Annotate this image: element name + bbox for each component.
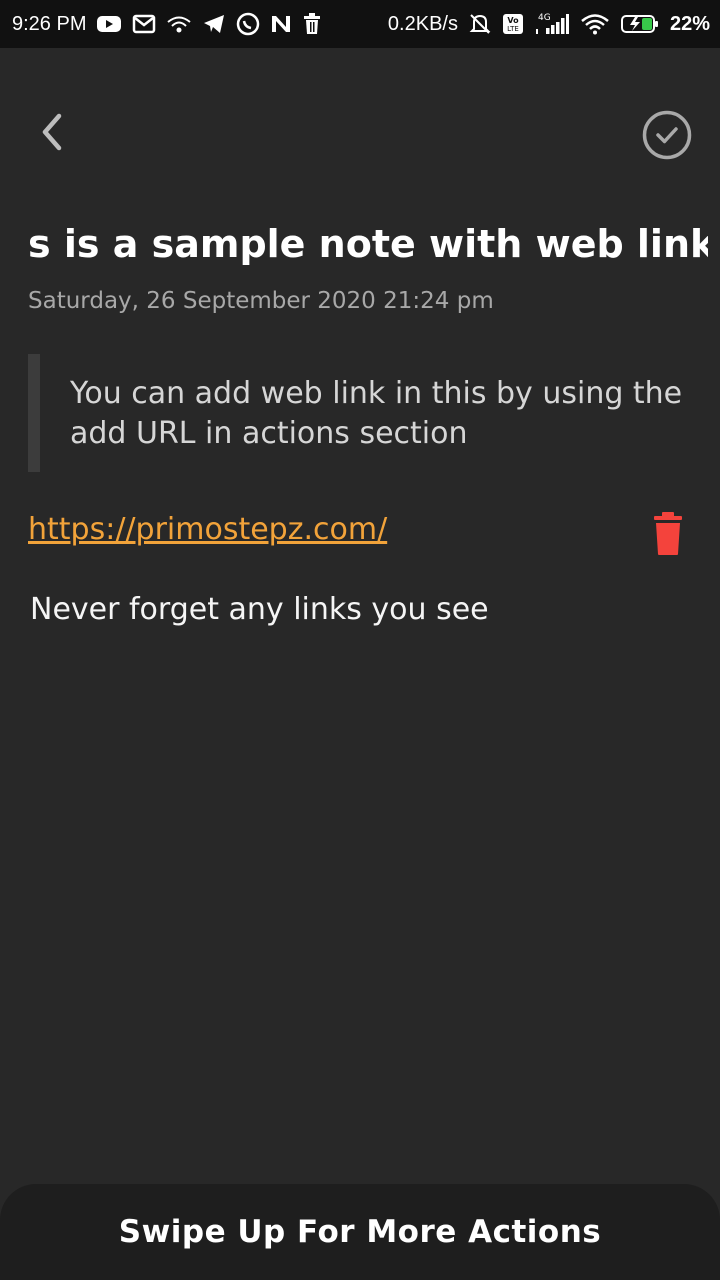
volte-icon: Vo LTE [502, 13, 524, 35]
gmail-icon [132, 14, 156, 34]
mute-alarm-icon [468, 13, 492, 35]
status-left: 9:26 PM [12, 12, 322, 36]
battery-charging-icon [620, 13, 660, 35]
status-bar: 9:26 PM 0.2KB/s Vo LTE 4G 22% [0, 0, 720, 48]
svg-text:Vo: Vo [507, 16, 519, 25]
quote-block: You can add web link in this by using th… [28, 354, 688, 472]
wifi-hotspot-icon [166, 14, 192, 34]
n-app-icon [270, 14, 292, 34]
svg-text:LTE: LTE [507, 25, 519, 33]
done-button[interactable] [640, 108, 694, 162]
status-time: 9:26 PM [12, 12, 87, 35]
web-link[interactable]: https://primostepz.com/ [28, 512, 387, 547]
actions-bottom-sheet[interactable]: Swipe Up For More Actions [0, 1184, 720, 1280]
note-date: Saturday, 26 September 2020 21:24 pm [28, 288, 494, 314]
battery-percent: 22% [669, 12, 710, 35]
wifi-icon [580, 13, 610, 35]
status-right: 0.2KB/s Vo LTE 4G 22% [388, 12, 710, 36]
trash-icon [654, 512, 682, 555]
trash-notify-icon [302, 13, 322, 35]
network-speed: 0.2KB/s [387, 12, 458, 35]
signal-icon: 4G [534, 12, 570, 36]
chevron-left-icon [42, 113, 62, 151]
note-body[interactable]: Never forget any links you see [30, 592, 489, 627]
note-title[interactable]: s is a sample note with web link [28, 222, 708, 266]
telegram-icon [202, 13, 226, 35]
bottom-sheet-label: Swipe Up For More Actions [118, 1214, 602, 1250]
check-circle-icon [642, 110, 692, 160]
network-type-label: 4G [538, 13, 551, 23]
youtube-icon [96, 14, 122, 34]
quote-text[interactable]: You can add web link in this by using th… [70, 374, 688, 454]
delete-link-button[interactable] [650, 512, 686, 556]
back-button[interactable] [30, 106, 74, 158]
whatsapp-icon [236, 12, 260, 36]
